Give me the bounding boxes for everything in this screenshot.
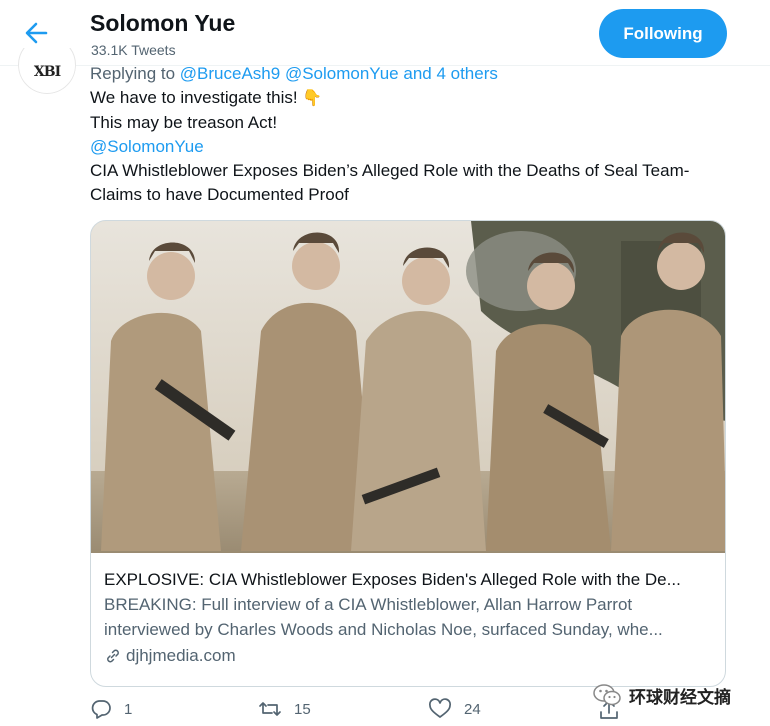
card-text[interactable]: EXPLOSIVE: CIA Whistleblower Exposes Bid… [104,567,716,668]
tweet-text: Replying to @BruceAsh9 @SolomonYue and 4… [90,62,730,207]
tweet-line: We have to investigate this! 👇 [90,88,323,107]
profile-header: Solomon Yue 33.1K Tweets Following [0,0,770,66]
avatar-logo-text: XBI [33,64,61,80]
replying-to-label: Replying to [90,64,176,83]
wechat-logo-icon [593,684,621,706]
tweet-count: 33.1K Tweets [91,42,176,58]
reply-button[interactable]: 1 [90,698,132,720]
replying-to-line: Replying to @BruceAsh9 @SolomonYue and 4… [90,62,730,86]
mention-link[interactable]: @SolomonYue [285,64,399,83]
tweet-line: This may be treason Act! [90,113,278,132]
mention-link[interactable]: @SolomonYue [90,135,730,159]
link-icon [107,649,119,662]
soldiers-photo [91,221,725,553]
like-count: 24 [464,700,481,718]
mention-link[interactable]: @BruceAsh9 [180,64,280,83]
pointing-down-emoji-icon: 👇 [302,90,323,107]
card-description: BREAKING: Full interview of a CIA Whistl… [104,595,663,639]
retweet-button[interactable]: 15 [258,698,311,720]
card-domain-label: djhjmedia.com [126,646,236,665]
retweet-icon [259,702,281,716]
back-button[interactable] [20,18,54,48]
arrow-left-icon [25,22,48,44]
card-title: EXPLOSIVE: CIA Whistleblower Exposes Bid… [104,570,681,589]
link-preview-card[interactable]: EXPLOSIVE: CIA Whistleblower Exposes Bid… [90,220,726,687]
tweet-line: CIA Whistleblower Exposes Biden’s Allege… [90,161,690,204]
card-image[interactable] [91,221,725,553]
profile-name: Solomon Yue [90,10,236,36]
wechat-watermark: 环球财经文摘 [593,682,731,708]
reply-icon [91,700,111,719]
others-link[interactable]: and 4 others [403,64,498,83]
card-domain: djhjmedia.com [104,643,716,668]
following-button[interactable]: Following [599,9,727,58]
retweet-count: 15 [294,700,311,718]
reply-count: 1 [124,700,133,718]
watermark-text: 环球财经文摘 [629,687,731,708]
heart-icon [429,698,451,718]
like-button[interactable]: 24 [428,698,481,720]
avatar[interactable]: XBI [18,48,76,94]
